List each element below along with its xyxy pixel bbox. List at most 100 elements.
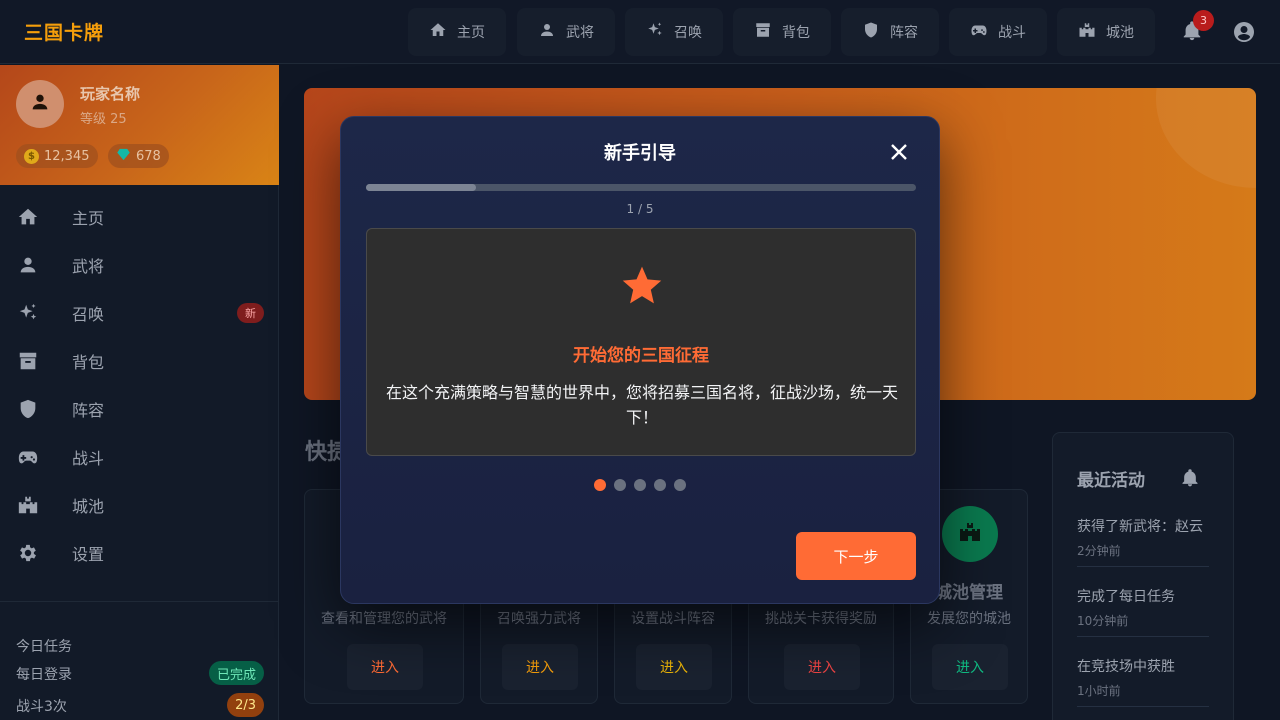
star-icon <box>620 263 664 307</box>
step-dot[interactable] <box>654 479 666 491</box>
step-description: 在这个充满策略与智慧的世界中，您将招募三国名将，征战沙场，统一天下！ <box>385 383 898 427</box>
sidebar-item-label: 召唤 <box>72 305 105 324</box>
home-icon <box>429 21 447 43</box>
gem-icon <box>116 147 131 166</box>
gem-balance: 678 <box>108 144 169 168</box>
nav-tab-summon[interactable]: 召唤 <box>625 8 723 56</box>
sidebar-item-city[interactable]: 城池 <box>0 481 279 529</box>
avatar[interactable] <box>16 80 64 128</box>
task-label: 战斗3次 <box>16 699 67 715</box>
sidebar-item-home[interactable]: 主页 <box>0 193 279 241</box>
divider <box>1077 636 1209 637</box>
activity-item: 获得了新武将：赵云 2分钟前 <box>1077 516 1209 559</box>
nav-tab-label: 城池 <box>1106 25 1134 41</box>
quick-card-desc: 召唤强力武将 <box>497 611 581 627</box>
activity-time: 10分钟前 <box>1077 614 1129 628</box>
gear-icon <box>17 542 39 564</box>
sidebar-item-label: 阵容 <box>72 401 105 420</box>
divider <box>1077 566 1209 567</box>
app-title[interactable]: 三国卡牌 <box>24 18 104 45</box>
archive-icon <box>17 350 39 372</box>
modal-title: 新手引导 <box>604 143 676 164</box>
sidebar-item-label: 背包 <box>72 353 105 372</box>
nav-tab-label: 主页 <box>457 25 485 41</box>
castle-icon <box>958 520 982 548</box>
sidebar-item-formation[interactable]: 阵容 <box>0 385 279 433</box>
step-dot[interactable] <box>634 479 646 491</box>
sparkles-icon <box>646 21 664 43</box>
nav-tab-battle[interactable]: 战斗 <box>949 8 1047 56</box>
person-icon <box>538 21 556 43</box>
step-content: 开始您的三国征程 在这个充满策略与智慧的世界中，您将招募三国名将，征战沙场，统一… <box>366 228 916 456</box>
step-dot[interactable] <box>594 479 606 491</box>
recent-activity-panel: 最近活动 获得了新武将：赵云 2分钟前 完成了每日任务 10分钟前 在竞技场中获… <box>1052 432 1234 720</box>
nav-tab-formation[interactable]: 阵容 <box>841 8 939 56</box>
city-card-icon <box>942 506 998 562</box>
activity-text: 在竞技场中获胜 <box>1077 659 1175 675</box>
activity-time: 1小时前 <box>1077 684 1121 698</box>
shield-icon <box>862 21 880 43</box>
enter-button[interactable]: 进入 <box>347 644 423 690</box>
nav-tab-home[interactable]: 主页 <box>408 8 506 56</box>
sidebar-item-label: 武将 <box>72 257 105 276</box>
nav-tab-label: 武将 <box>566 25 594 41</box>
quick-card-desc: 挑战关卡获得奖励 <box>765 611 877 627</box>
top-bar: 三国卡牌 主页 武将 召唤 背包 阵容 战斗 城池 3 <box>0 0 1280 64</box>
nav-tab-label: 战斗 <box>998 25 1026 41</box>
account-button[interactable] <box>1232 20 1256 44</box>
quick-card-desc: 设置战斗阵容 <box>631 611 715 627</box>
sidebar-item-battle[interactable]: 战斗 <box>0 433 279 481</box>
enter-button[interactable]: 进入 <box>636 644 712 690</box>
next-step-button[interactable]: 下一步 <box>796 532 916 580</box>
coin-amount: 12,345 <box>44 148 90 164</box>
close-button[interactable] <box>887 140 911 164</box>
coin-icon: $ <box>24 148 39 164</box>
step-indicator <box>341 479 939 491</box>
gamepad-icon <box>970 21 988 43</box>
daily-tasks-title: 今日任务 <box>16 639 72 655</box>
archive-icon <box>754 21 772 43</box>
home-icon <box>17 206 39 228</box>
status-badge: 2/3 <box>227 693 264 717</box>
nav-tab-generals[interactable]: 武将 <box>517 8 615 56</box>
enter-button[interactable]: 进入 <box>932 644 1008 690</box>
nav-tab-inventory[interactable]: 背包 <box>733 8 831 56</box>
sidebar: 玩家名称 等级 25 $ 12,345 678 主页 武将 召唤 新 背包 阵容… <box>0 65 279 720</box>
activity-item: 在竞技场中获胜 1小时前 <box>1077 656 1209 699</box>
person-icon <box>17 254 39 276</box>
enter-button[interactable]: 进入 <box>502 644 578 690</box>
sidebar-item-summon[interactable]: 召唤 新 <box>0 289 279 337</box>
sparkles-icon <box>17 302 39 324</box>
sidebar-item-label: 设置 <box>72 545 105 564</box>
enter-button[interactable]: 进入 <box>784 644 860 690</box>
nav-tab-city[interactable]: 城池 <box>1057 8 1155 56</box>
divider <box>1077 706 1209 707</box>
castle-icon <box>1078 21 1096 43</box>
sidebar-item-label: 城池 <box>72 497 105 516</box>
account-circle-icon <box>1232 22 1256 48</box>
step-title: 开始您的三国征程 <box>573 346 709 366</box>
tutorial-modal: 新手引导 1 / 5 开始您的三国征程 在这个充满策略与智慧的世界中，您将招募三… <box>340 116 940 604</box>
sidebar-item-generals[interactable]: 武将 <box>0 241 279 289</box>
progress-label: 1 / 5 <box>626 202 654 216</box>
decorative-circle <box>1156 88 1256 188</box>
sidebar-item-settings[interactable]: 设置 <box>0 529 279 577</box>
sidebar-item-inventory[interactable]: 背包 <box>0 337 279 385</box>
activity-text: 完成了每日任务 <box>1077 589 1175 605</box>
coin-balance: $ 12,345 <box>16 144 98 168</box>
quick-card-desc: 查看和管理您的武将 <box>321 611 447 627</box>
status-badge: 已完成 <box>208 661 264 685</box>
step-dot[interactable] <box>674 479 686 491</box>
player-level: 等级 25 <box>80 112 127 127</box>
new-badge: 新 <box>237 303 264 323</box>
close-icon <box>887 144 911 168</box>
sidebar-item-label: 主页 <box>72 209 105 228</box>
activity-text: 获得了新武将：赵云 <box>1077 519 1203 535</box>
progress-bar-fill <box>366 184 476 191</box>
nav-tab-label: 召唤 <box>674 25 702 41</box>
sidebar-item-label: 战斗 <box>72 449 105 468</box>
quick-card-desc: 发展您的城池 <box>927 611 1011 627</box>
step-dot[interactable] <box>614 479 626 491</box>
recent-activity-title: 最近活动 <box>1077 471 1145 491</box>
bell-icon <box>1180 468 1200 488</box>
